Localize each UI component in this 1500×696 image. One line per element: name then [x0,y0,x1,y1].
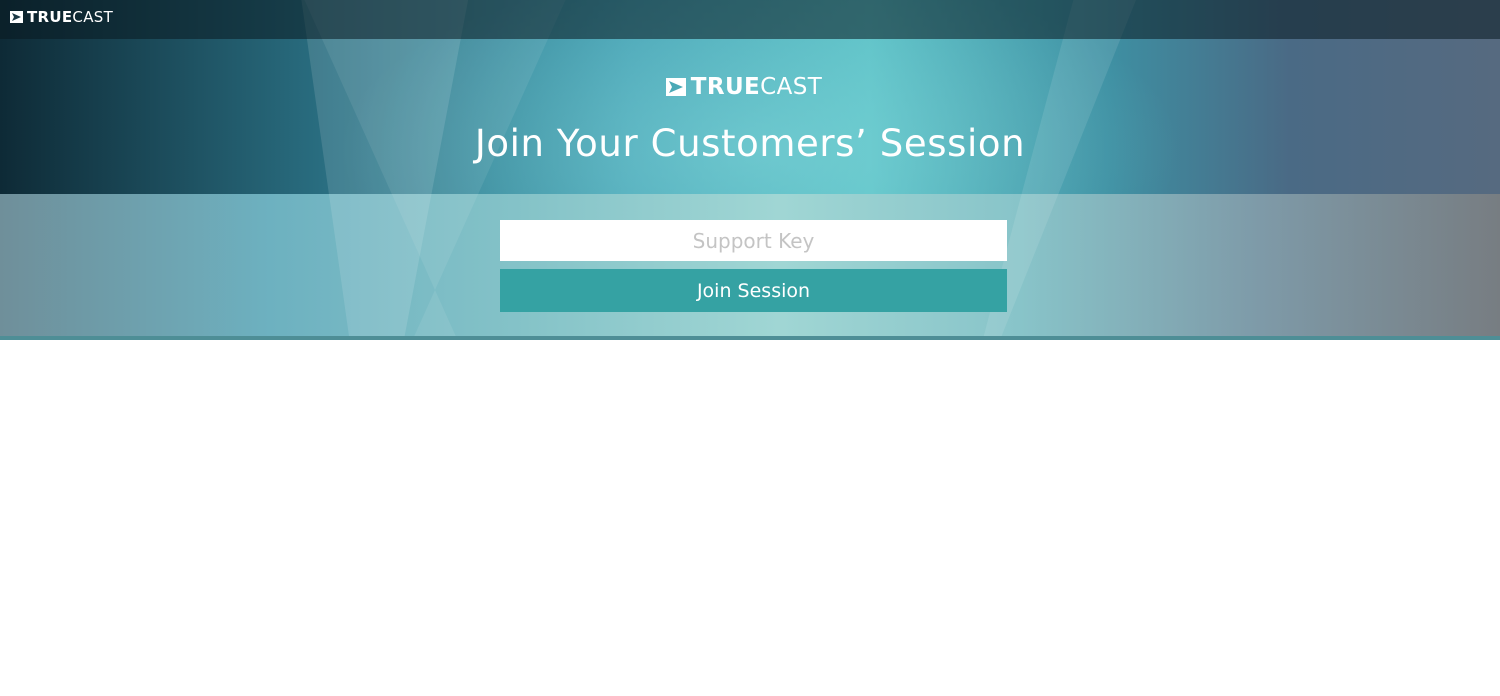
hero-bottom-edge [0,336,1500,340]
play-box-icon [665,78,686,96]
topbar-brand-bold: TRUE [27,8,73,26]
hero-lower-band [0,194,1500,340]
hero-brand-light: CAST [760,74,823,100]
join-session-button[interactable]: Join Session [500,269,1007,312]
topbar-brand-light: CAST [72,8,114,26]
hero-brand-bold: TRUE [690,74,761,100]
top-bar: TRUE CAST [0,0,1500,39]
page-title: Join Your Customers’ Session [474,122,1026,165]
support-key-input[interactable] [500,220,1007,261]
hero-logo: TRUE CAST [0,74,1500,100]
play-box-icon [10,11,23,23]
topbar-logo[interactable]: TRUE CAST [10,8,113,26]
hero-banner: TRUE CAST TRUE CAST Join Your Customers’ S… [0,0,1500,340]
